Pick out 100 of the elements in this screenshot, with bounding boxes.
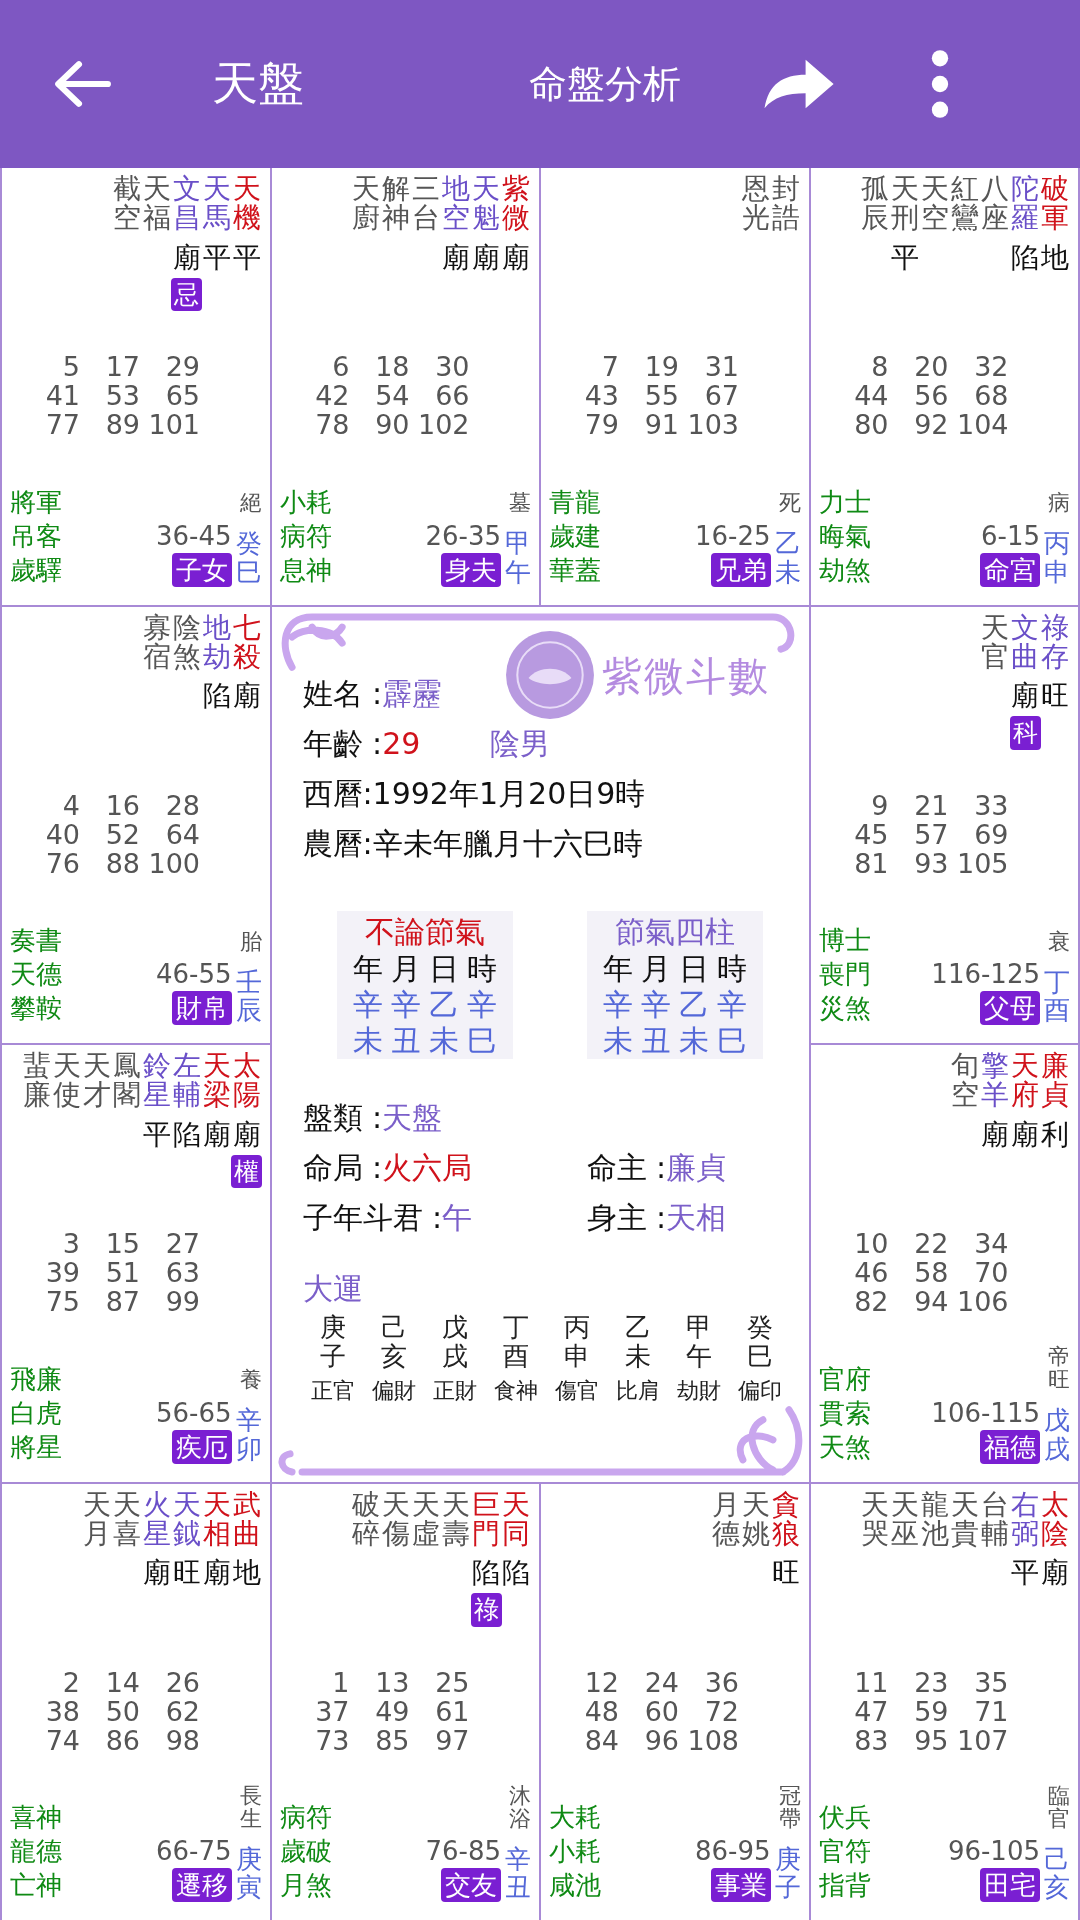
age-number: 33 bbox=[973, 790, 1009, 820]
life-stage-label: 墓 bbox=[509, 491, 531, 515]
age-number: 29 bbox=[164, 352, 200, 381]
deity-name: 伏兵 bbox=[818, 1801, 871, 1834]
star-name: 天巫 bbox=[891, 1489, 919, 1549]
deity-name: 華蓋 bbox=[549, 553, 601, 587]
deity-name: 歲驛 bbox=[10, 553, 62, 587]
chart-analysis-link[interactable]: 命盤分析 bbox=[529, 58, 681, 110]
emblem-icon bbox=[503, 628, 596, 721]
star-name: 紅鸞 bbox=[951, 174, 979, 233]
deity-name: 晦氣 bbox=[818, 519, 871, 553]
pillar-header: 年 bbox=[602, 950, 633, 987]
age-number: 41 bbox=[44, 381, 80, 410]
brightness-label: 廟 bbox=[1011, 681, 1039, 713]
brightness-label: 平 bbox=[142, 1119, 171, 1151]
stem-branch-label: 戊戌 bbox=[1044, 1406, 1070, 1464]
brightness-label: 旺 bbox=[172, 1558, 201, 1590]
age-number: 45 bbox=[853, 819, 889, 849]
age-number: 77 bbox=[44, 410, 80, 439]
transform-badge: 忌 bbox=[171, 277, 202, 312]
palace-badge: 子女 bbox=[171, 552, 232, 587]
age-number: 63 bbox=[164, 1258, 200, 1287]
brightness-label: 廟 bbox=[1041, 1558, 1069, 1590]
palace-badge: 兄弟 bbox=[710, 552, 771, 587]
age-number: 20 bbox=[913, 352, 949, 381]
deity-name: 力士 bbox=[818, 485, 871, 519]
age-number: 28 bbox=[164, 790, 200, 820]
age-number: 6 bbox=[331, 352, 350, 381]
ten-god-label: 傷官 bbox=[555, 1376, 599, 1405]
age-number: 3 bbox=[61, 1229, 80, 1258]
ten-god-label: 正官 bbox=[311, 1376, 355, 1405]
ten-god-label: 偏印 bbox=[738, 1376, 782, 1405]
solar-date-text: 西曆:1992年1月20日9時 bbox=[302, 775, 646, 811]
luck-branch: 申 bbox=[564, 1341, 590, 1371]
deity-name: 龍德 bbox=[10, 1835, 62, 1868]
age-number: 4 bbox=[61, 790, 80, 820]
pillar-header: 月 bbox=[390, 950, 421, 987]
star-name: 天傷 bbox=[382, 1489, 410, 1549]
star-name: 紫微 bbox=[502, 174, 530, 233]
star-name: 地空 bbox=[442, 174, 470, 233]
age-number: 91 bbox=[643, 410, 679, 439]
decade-range: 36-45 bbox=[155, 519, 232, 553]
star-name: 天貴 bbox=[951, 1489, 979, 1549]
star-name: 七殺 bbox=[232, 612, 261, 672]
star-name: 祿存 bbox=[1041, 612, 1069, 672]
decade-range: 56-65 bbox=[155, 1396, 232, 1430]
age-number: 101 bbox=[147, 410, 200, 439]
age-number: 90 bbox=[374, 410, 410, 439]
star-name: 天機 bbox=[232, 174, 261, 233]
star-name: 天哭 bbox=[861, 1489, 889, 1549]
more-options-icon[interactable] bbox=[929, 49, 951, 119]
luck-stem: 甲 bbox=[686, 1312, 712, 1342]
age-number: 57 bbox=[913, 819, 949, 849]
age-number: 5 bbox=[61, 352, 80, 381]
star-name: 天刑 bbox=[891, 174, 919, 233]
star-name: 旬空 bbox=[951, 1051, 979, 1110]
age-number: 82 bbox=[853, 1287, 889, 1316]
age-number: 84 bbox=[583, 1725, 619, 1755]
age-number: 26 bbox=[164, 1667, 200, 1697]
deity-name: 咸池 bbox=[549, 1869, 601, 1902]
stem-branch-label: 癸巳 bbox=[235, 529, 262, 587]
brightness-label: 平 bbox=[1011, 1558, 1039, 1590]
star-name: 蜚廉 bbox=[22, 1051, 51, 1110]
brightness-label: 地 bbox=[232, 1558, 261, 1590]
deity-name: 月煞 bbox=[279, 1869, 332, 1902]
star-name: 文曲 bbox=[1011, 612, 1039, 672]
age-number: 71 bbox=[973, 1696, 1009, 1726]
palace-badge: 父母 bbox=[980, 991, 1040, 1025]
age-number: 88 bbox=[104, 848, 140, 878]
palace-badge: 疾厄 bbox=[171, 1429, 232, 1464]
brightness-label: 平 bbox=[232, 242, 261, 274]
age-number: 92 bbox=[913, 410, 949, 439]
pillar-stem: 辛 bbox=[352, 986, 383, 1023]
star-name: 天同 bbox=[502, 1489, 530, 1549]
pillar-stem: 乙 bbox=[428, 986, 459, 1023]
screen-title: 天盤 bbox=[212, 55, 304, 112]
age-number: 18 bbox=[374, 352, 410, 381]
deity-name: 小耗 bbox=[549, 1835, 601, 1868]
age-number: 87 bbox=[104, 1287, 140, 1316]
palace-badge: 遷移 bbox=[171, 1868, 232, 1902]
pillar-branch: 未 bbox=[602, 1022, 633, 1059]
palace-badge: 事業 bbox=[710, 1868, 771, 1902]
age-number: 15 bbox=[104, 1229, 140, 1258]
age-number: 56 bbox=[913, 381, 949, 410]
decade-range: 66-75 bbox=[155, 1835, 232, 1868]
age-number: 22 bbox=[913, 1229, 949, 1258]
life-stage-label: 臨官 bbox=[1048, 1783, 1070, 1830]
star-name: 破碎 bbox=[352, 1489, 380, 1549]
brightness-label: 旺 bbox=[1041, 681, 1069, 713]
deity-name: 青龍 bbox=[549, 485, 601, 519]
age-number: 107 bbox=[955, 1725, 1009, 1755]
pillar-header: 月 bbox=[640, 950, 671, 987]
age-number: 75 bbox=[44, 1287, 80, 1316]
age-number: 83 bbox=[853, 1725, 889, 1755]
age-number: 78 bbox=[314, 410, 350, 439]
age-number: 49 bbox=[374, 1696, 410, 1726]
age-number: 37 bbox=[314, 1696, 350, 1726]
star-name: 月德 bbox=[711, 1489, 740, 1549]
age-number: 2 bbox=[61, 1667, 80, 1697]
life-stage-label: 絕 bbox=[239, 491, 262, 515]
